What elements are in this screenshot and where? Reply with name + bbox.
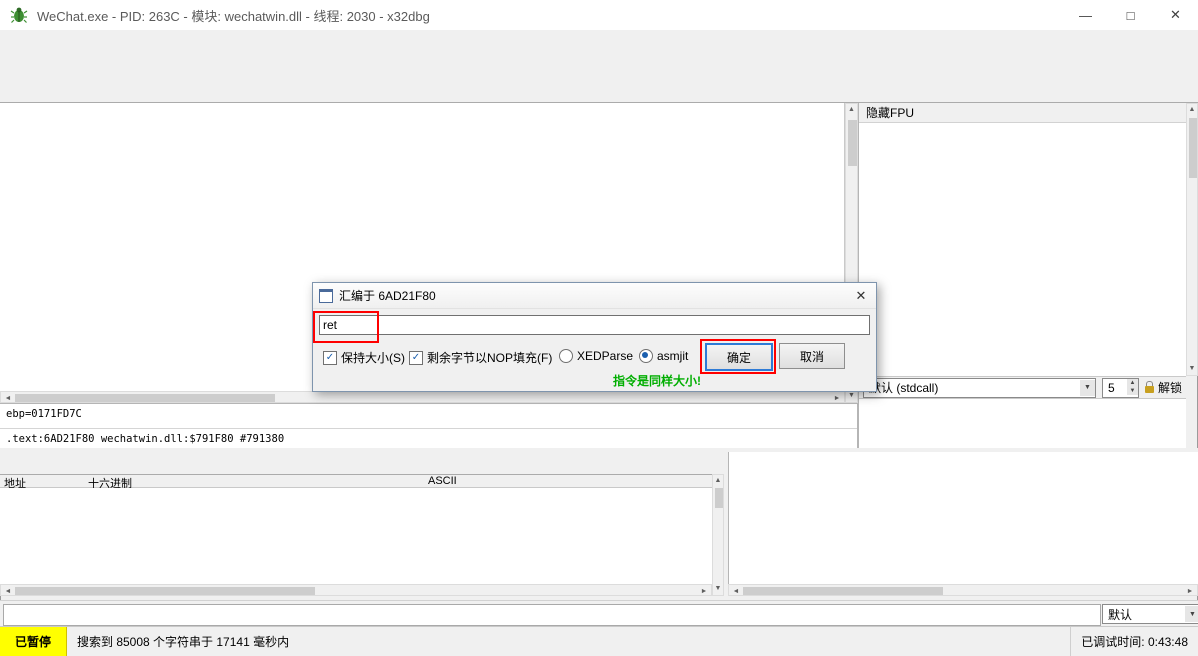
chevron-down-icon[interactable]: ▼ [1080, 380, 1095, 396]
toolbar [0, 52, 1198, 79]
registers-vscrollbar[interactable]: ▲▼ [1186, 103, 1198, 376]
info-line-module: .text:6AD21F80 wechatwin.dll:$791F80 #79… [6, 433, 284, 445]
chevron-down-icon[interactable]: ▼ [1185, 606, 1198, 622]
memdump-header: 地址 十六进制 ASCII [0, 474, 724, 488]
status-bar: 已暂停 搜索到 85008 个字符串于 17141 毫秒内 已调试时间: 0:4… [0, 626, 1198, 656]
radio-off-icon [559, 349, 573, 363]
registers-pane: 隐藏FPU 默认 (stdcall) ▼ 5 ▲▼ 解锁 [858, 103, 1186, 448]
command-mode-select[interactable]: 默认 ▼ [1102, 604, 1198, 624]
disasm-hscrollbar[interactable]: ◄► [0, 391, 845, 403]
asmjit-radio[interactable]: asmjit [639, 349, 688, 363]
command-bar: 默认 ▼ [0, 600, 1198, 627]
registers-list[interactable] [859, 123, 1186, 359]
command-input[interactable] [3, 604, 1101, 626]
view-tabs [0, 78, 1198, 103]
assemble-dialog-titlebar[interactable]: 汇编于 6AD21F80 ✕ [313, 283, 876, 309]
assemble-dialog-title: 汇编于 6AD21F80 [339, 287, 436, 304]
radio-on-icon [639, 349, 653, 363]
args-count-stepper[interactable]: 5 ▲▼ [1102, 378, 1139, 398]
assemble-dialog: 汇编于 6AD21F80 ✕ ✓ 保持大小(S) ✓ 剩余字节以NOP填充(F)… [312, 282, 877, 392]
info-pane: ebp=0171FD7C .text:6AD21F80 wechatwin.dl… [0, 403, 858, 448]
debug-state-badge: 已暂停 [0, 627, 67, 656]
memory-dump-view[interactable] [0, 488, 712, 588]
menu-bar [0, 30, 1198, 52]
cancel-button[interactable]: 取消 [779, 343, 845, 369]
x32dbg-bug-icon [10, 6, 28, 24]
assemble-status-text: 指令是同样大小! [613, 372, 701, 389]
keep-size-checkbox[interactable]: ✓ 保持大小(S) [323, 349, 405, 366]
unlock-toggle[interactable]: 解锁 [1145, 379, 1182, 396]
window-title: WeChat.exe - PID: 263C - 模块: wechatwin.d… [37, 6, 430, 25]
calling-convention-bar: 默认 (stdcall) ▼ 5 ▲▼ 解锁 [859, 376, 1186, 398]
close-icon[interactable]: ✕ [1153, 0, 1198, 30]
ok-button[interactable]: 确定 [705, 343, 773, 371]
memdump-vscrollbar[interactable]: ▲▼ [712, 474, 724, 596]
status-message: 搜索到 85008 个字符串于 17141 毫秒内 [77, 633, 289, 650]
dialog-icon [319, 289, 333, 303]
dump-tabs [0, 452, 724, 474]
x32dbg-window: { "window": { "title": "WeChat.exe - PID… [0, 0, 1198, 655]
call-arguments-pane [859, 398, 1186, 448]
info-line-ebp: ebp=0171FD7C [6, 408, 82, 420]
calling-convention-select[interactable]: 默认 (stdcall) ▼ [863, 378, 1096, 398]
title-bar: WeChat.exe - PID: 263C - 模块: wechatwin.d… [0, 0, 1198, 31]
xedparse-radio[interactable]: XEDParse [559, 349, 633, 363]
lock-icon [1145, 386, 1154, 393]
stepper-arrows-icon[interactable]: ▲▼ [1127, 379, 1138, 395]
assemble-input[interactable] [319, 315, 870, 335]
memdump-hscrollbar[interactable]: ◄► [0, 584, 712, 596]
checkbox-checked-icon: ✓ [323, 351, 337, 365]
checkbox-checked-icon: ✓ [409, 351, 423, 365]
debug-time: 已调试时间: 0:43:48 [1070, 627, 1188, 656]
stack-hscrollbar[interactable]: ◄► [728, 584, 1198, 596]
stack-view[interactable] [728, 452, 1198, 584]
memdump-col-ascii[interactable]: ASCII [428, 475, 457, 487]
minimize-icon[interactable]: — [1063, 0, 1108, 30]
hide-fpu-button[interactable]: 隐藏FPU [859, 103, 1186, 123]
close-icon[interactable]: ✕ [846, 283, 876, 308]
fill-nop-checkbox[interactable]: ✓ 剩余字节以NOP填充(F) [409, 349, 552, 366]
maximize-icon[interactable]: □ [1108, 0, 1153, 30]
